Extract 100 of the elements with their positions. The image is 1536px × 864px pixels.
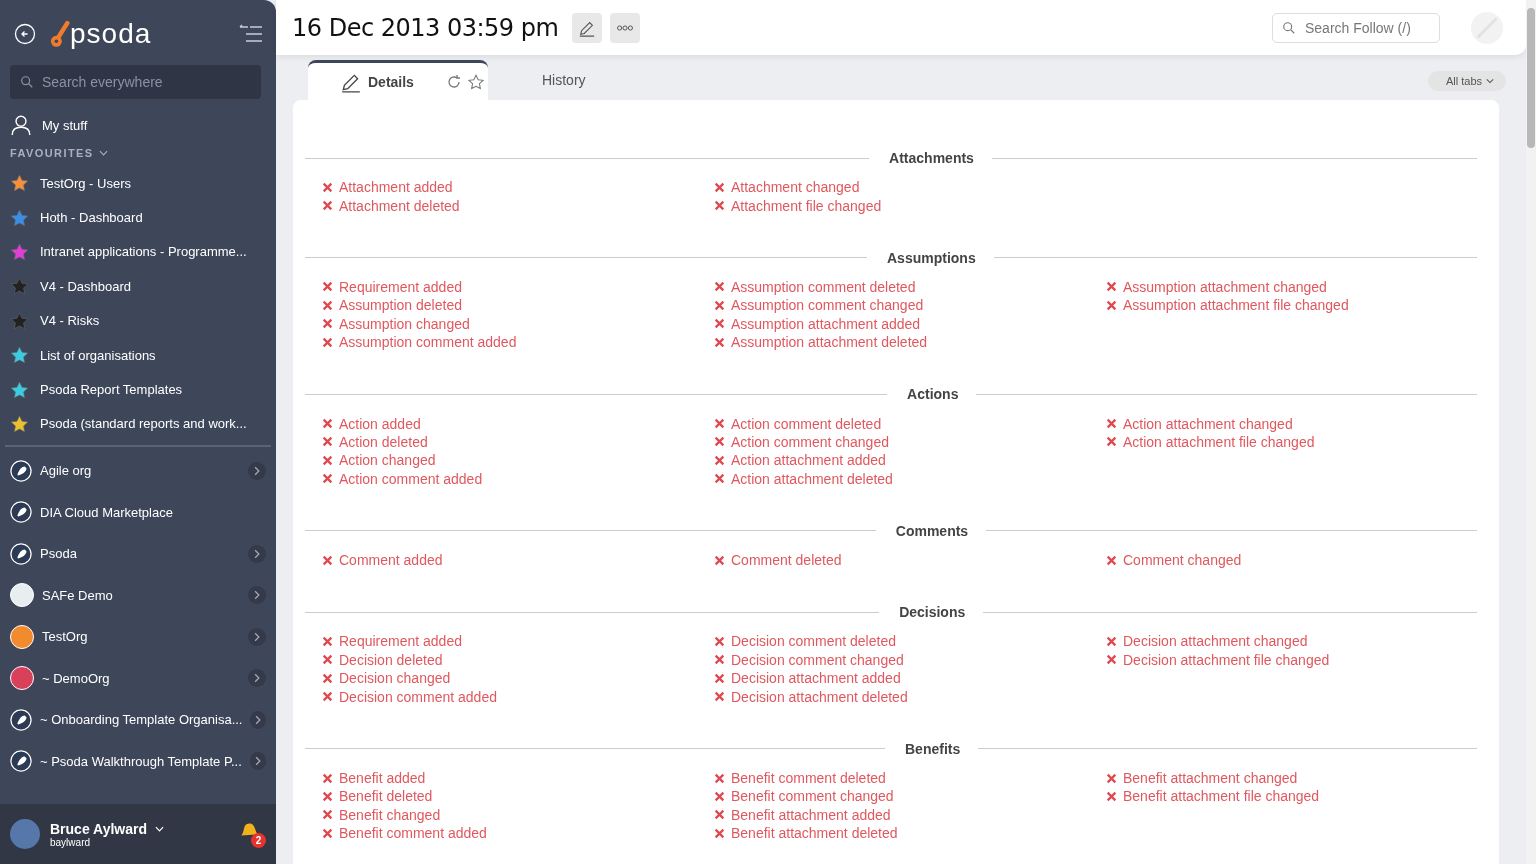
favourites-heading[interactable]: FAVOURITES: [10, 147, 94, 159]
event-label: Decision comment added: [339, 688, 497, 705]
event-label: Decision attachment deleted: [731, 688, 908, 705]
event-label: Benefit deleted: [339, 788, 433, 805]
search-icon: [1282, 20, 1296, 35]
event-label: Assumption attachment added: [731, 315, 921, 332]
cross-icon: [1106, 281, 1117, 293]
event-label: Decision comment changed: [731, 651, 904, 668]
favourite-item[interactable]: V4 - Dashboard: [0, 269, 276, 304]
chevron-right-icon: [255, 714, 262, 725]
expand-button[interactable]: [248, 669, 266, 688]
event-label: Action changed: [339, 452, 436, 469]
expand-button[interactable]: [249, 752, 266, 771]
favourite-item[interactable]: Psoda (standard reports and work...: [0, 406, 276, 442]
search-icon: [20, 75, 34, 89]
event-label: Decision attachment file changed: [1123, 651, 1330, 668]
cross-icon: [714, 772, 725, 784]
organisation-link[interactable]: ~ Onboarding Template Organisa...: [40, 712, 243, 728]
star-icon[interactable]: [467, 73, 484, 90]
event-label: Benefit attachment changed: [1123, 770, 1298, 787]
section-heading: Decisions: [898, 604, 967, 621]
event-label: Assumption attachment changed: [1123, 278, 1327, 295]
cross-icon: [714, 554, 725, 566]
event-label: Attachment file changed: [731, 197, 882, 214]
cross-icon: [714, 181, 725, 193]
all-tabs-dropdown[interactable]: All tabs: [1427, 70, 1506, 91]
cross-icon: [322, 654, 333, 666]
section-heading: Actions: [906, 386, 960, 403]
favourite-item[interactable]: Psoda Report Templates: [0, 372, 276, 407]
more-button[interactable]: [610, 12, 641, 43]
back-icon[interactable]: [14, 23, 36, 45]
menu-icon[interactable]: [238, 24, 264, 44]
event-label: Action attachment changed: [1123, 415, 1293, 432]
event-label: Assumption attachment deleted: [731, 334, 928, 351]
tab[interactable]: History: [532, 60, 596, 100]
page-title: 16 Dec 2013 03:59 pm: [292, 13, 559, 42]
favourite-item[interactable]: List of organisations: [0, 337, 276, 373]
organisation-link[interactable]: ~ Psoda Walkthrough Template P...: [40, 753, 242, 769]
event-label: Attachment added: [339, 179, 453, 196]
logo-text: psoda: [70, 19, 152, 49]
search-field[interactable]: Search Follow (/): [1272, 12, 1440, 43]
event-label: Comment deleted: [731, 552, 842, 569]
cross-icon: [322, 473, 333, 485]
favourite-item[interactable]: Intranet applications - Programme...: [0, 234, 276, 270]
cross-icon: [1106, 790, 1117, 802]
expand-button[interactable]: [248, 544, 266, 563]
cross-icon: [322, 436, 333, 448]
cross-icon: [322, 827, 333, 839]
cross-icon: [322, 636, 333, 647]
favourite-item[interactable]: Hoth - Dashboard: [0, 200, 276, 235]
event-label: Benefit attachment added: [731, 806, 891, 823]
organisation-link[interactable]: ~ DemoOrg: [42, 670, 240, 686]
expand-button[interactable]: [250, 710, 266, 729]
cross-icon: [322, 809, 333, 821]
cross-icon: [322, 181, 333, 193]
cross-icon: [1106, 636, 1117, 647]
event-label: Action deleted: [339, 433, 428, 450]
favourite-item[interactable]: V4 - Risks: [0, 303, 276, 338]
event-label: Action attachment added: [731, 452, 886, 469]
cross-icon: [714, 672, 725, 684]
event-label: Benefit attachment deleted: [731, 825, 898, 842]
my-stuff-link[interactable]: My stuff: [0, 107, 276, 143]
search-field[interactable]: Search everywhere: [10, 65, 261, 99]
tab[interactable]: Details: [308, 60, 488, 100]
cross-icon: [1106, 418, 1117, 430]
cross-icon: [322, 299, 333, 311]
organisation-link[interactable]: DIA Cloud Marketplace: [40, 504, 266, 520]
section-heading: Attachments: [888, 150, 975, 166]
event-label: Action comment changed: [731, 433, 889, 450]
event-label: Decision deleted: [339, 651, 443, 668]
organisation-link[interactable]: TestOrg: [42, 629, 240, 645]
expand-button[interactable]: [248, 461, 266, 480]
cross-icon: [714, 790, 725, 802]
refresh-icon[interactable]: [445, 73, 462, 90]
cross-icon: [714, 473, 725, 485]
event-label: Assumption comment changed: [731, 297, 924, 314]
event-label: Decision attachment added: [731, 670, 901, 687]
organisation-link[interactable]: Psoda: [40, 546, 240, 562]
dots-icon: [616, 23, 635, 32]
cross-icon: [714, 281, 725, 293]
scrollbar[interactable]: [1527, 8, 1535, 148]
expand-button[interactable]: [248, 627, 266, 646]
cross-icon: [322, 318, 333, 330]
user-name[interactable]: Bruce Aylward: [50, 820, 147, 837]
cross-icon: [322, 554, 333, 566]
organisation-link[interactable]: SAFe Demo: [42, 587, 240, 603]
event-label: Decision comment deleted: [731, 633, 896, 650]
edit-button[interactable]: [572, 12, 603, 43]
event-label: Comment changed: [1123, 552, 1242, 569]
event-label: Decision changed: [339, 670, 451, 687]
expand-button[interactable]: [248, 586, 266, 605]
section-heading: Benefits: [904, 740, 962, 757]
event-label: Benefit added: [339, 770, 426, 787]
favourite-item[interactable]: TestOrg - Users: [0, 166, 276, 201]
organisation-link[interactable]: Agile org: [40, 463, 240, 479]
avatar[interactable]: [10, 819, 40, 849]
event-label: Decision attachment changed: [1123, 633, 1308, 650]
cross-icon: [714, 200, 725, 212]
event-label: Action comment deleted: [731, 415, 882, 432]
cross-icon: [1106, 436, 1117, 448]
